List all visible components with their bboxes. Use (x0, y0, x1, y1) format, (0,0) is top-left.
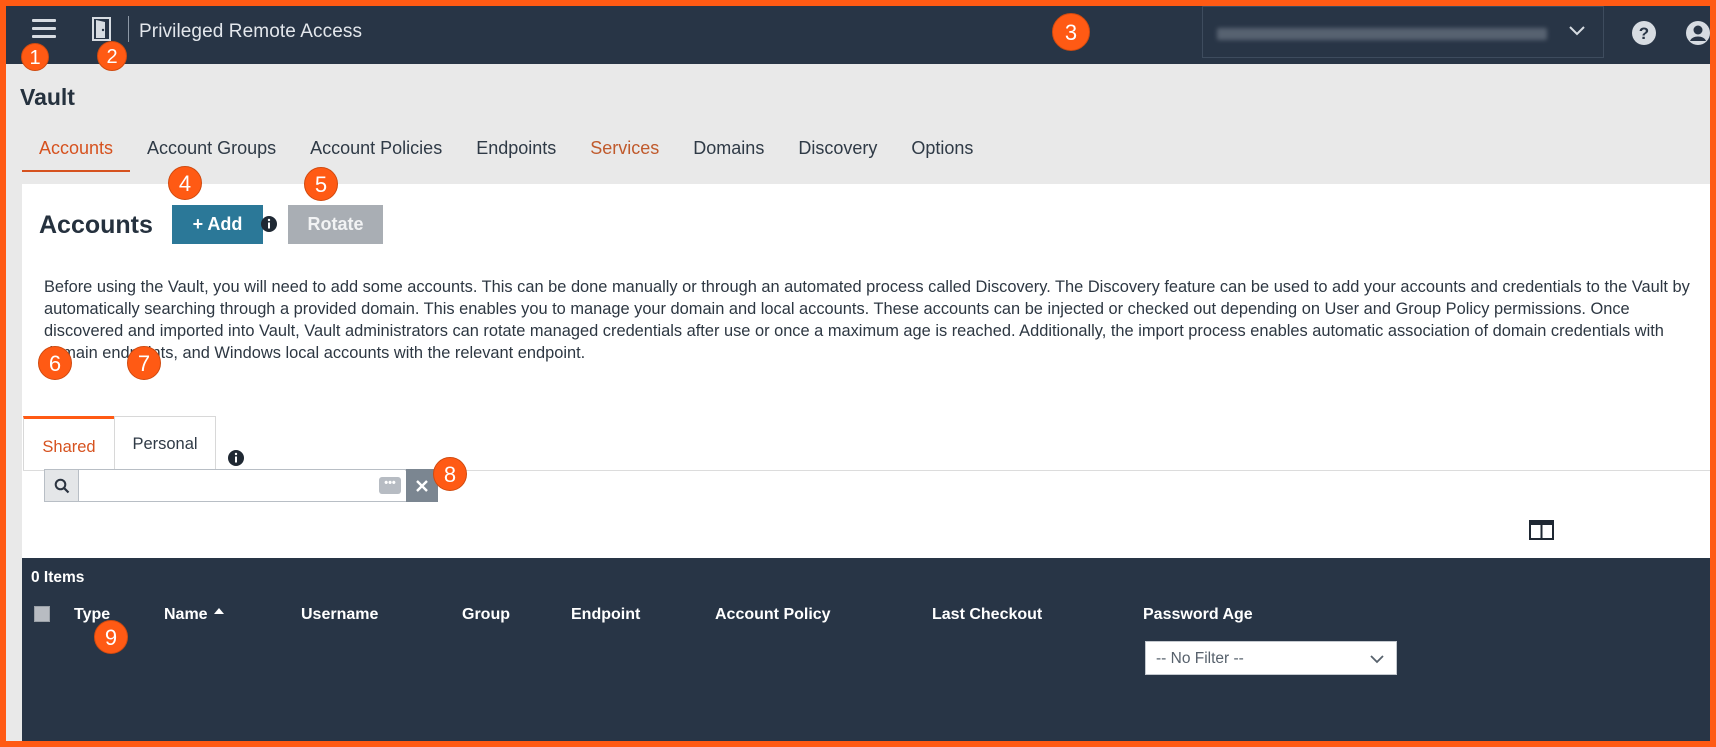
chevron-down-icon (1370, 655, 1384, 664)
column-header-endpoint[interactable]: Endpoint (571, 606, 640, 624)
callout-badge: 9 (94, 620, 128, 654)
callout-badge: 7 (127, 346, 161, 380)
column-header-password-age[interactable]: Password Age (1143, 606, 1253, 624)
search-button[interactable] (45, 470, 79, 501)
password-manager-icon[interactable]: ••• (379, 477, 401, 494)
subtab-shared[interactable]: Shared (23, 416, 114, 471)
column-header-account-policy[interactable]: Account Policy (715, 606, 831, 624)
select-all-checkbox[interactable] (34, 606, 50, 622)
rotate-button[interactable]: Rotate (288, 205, 383, 244)
tab-discovery[interactable]: Discovery (781, 124, 894, 172)
tab-services[interactable]: Services (573, 124, 676, 172)
app-title: Privileged Remote Access (139, 21, 363, 42)
callout-badge: 3 (1052, 13, 1090, 51)
section-title: Accounts (39, 211, 153, 239)
callout-badge: 2 (97, 41, 127, 71)
accounts-description: Before using the Vault, you will need to… (44, 278, 1690, 362)
tab-endpoints[interactable]: Endpoints (459, 124, 573, 172)
column-header-username[interactable]: Username (301, 606, 378, 624)
callout-badge: 1 (21, 43, 49, 71)
site-selector-value (1217, 28, 1547, 40)
tab-account-policies[interactable]: Account Policies (293, 124, 459, 172)
chevron-down-icon (1569, 26, 1585, 36)
user-avatar-icon[interactable] (1684, 19, 1710, 47)
page-title: Vault (20, 84, 75, 110)
door-icon (92, 17, 111, 41)
divider (128, 16, 129, 42)
search-box: ••• (44, 469, 438, 502)
menu-icon[interactable] (32, 19, 56, 41)
accounts-panel: Accounts + Add Rotate Before using the V… (22, 184, 1710, 741)
column-header-last-checkout[interactable]: Last Checkout (932, 606, 1042, 624)
site-selector[interactable] (1202, 6, 1604, 58)
column-header-name-label: Name (164, 606, 208, 623)
account-subtabs: Shared Personal (23, 416, 216, 471)
tab-account-groups[interactable]: Account Groups (130, 124, 293, 172)
close-icon (416, 479, 428, 492)
help-icon[interactable]: ? (1630, 19, 1658, 47)
password-age-filter[interactable]: -- No Filter -- (1145, 641, 1397, 675)
callout-badge: 6 (38, 346, 72, 380)
tab-options[interactable]: Options (894, 124, 990, 172)
columns-toggle-icon[interactable] (1529, 520, 1554, 540)
main-tabs: Accounts Account Groups Account Policies… (22, 124, 990, 172)
callout-badge: 8 (433, 457, 467, 491)
add-button[interactable]: + Add (172, 205, 263, 244)
accounts-table: 0 Items Type Name Username Group Endpoin… (22, 558, 1710, 741)
info-icon[interactable] (227, 449, 245, 467)
subtab-personal[interactable]: Personal (114, 416, 216, 471)
callout-badge: 4 (168, 166, 202, 200)
tab-accounts[interactable]: Accounts (22, 124, 131, 172)
svg-text:?: ? (1639, 24, 1649, 43)
app-frame: Privileged Remote Access ? Vault Account… (6, 6, 1710, 741)
search-input[interactable] (79, 470, 405, 501)
search-icon (54, 478, 69, 493)
password-age-filter-value: -- No Filter -- (1156, 650, 1244, 667)
sort-ascending-icon (213, 608, 224, 614)
column-header-name[interactable]: Name (164, 606, 224, 624)
top-bar: Privileged Remote Access ? (6, 6, 1710, 64)
items-count: 0 Items (31, 569, 85, 586)
tab-domains[interactable]: Domains (676, 124, 781, 172)
column-header-group[interactable]: Group (462, 606, 510, 624)
info-icon[interactable] (260, 215, 278, 233)
callout-badge: 5 (304, 167, 338, 201)
